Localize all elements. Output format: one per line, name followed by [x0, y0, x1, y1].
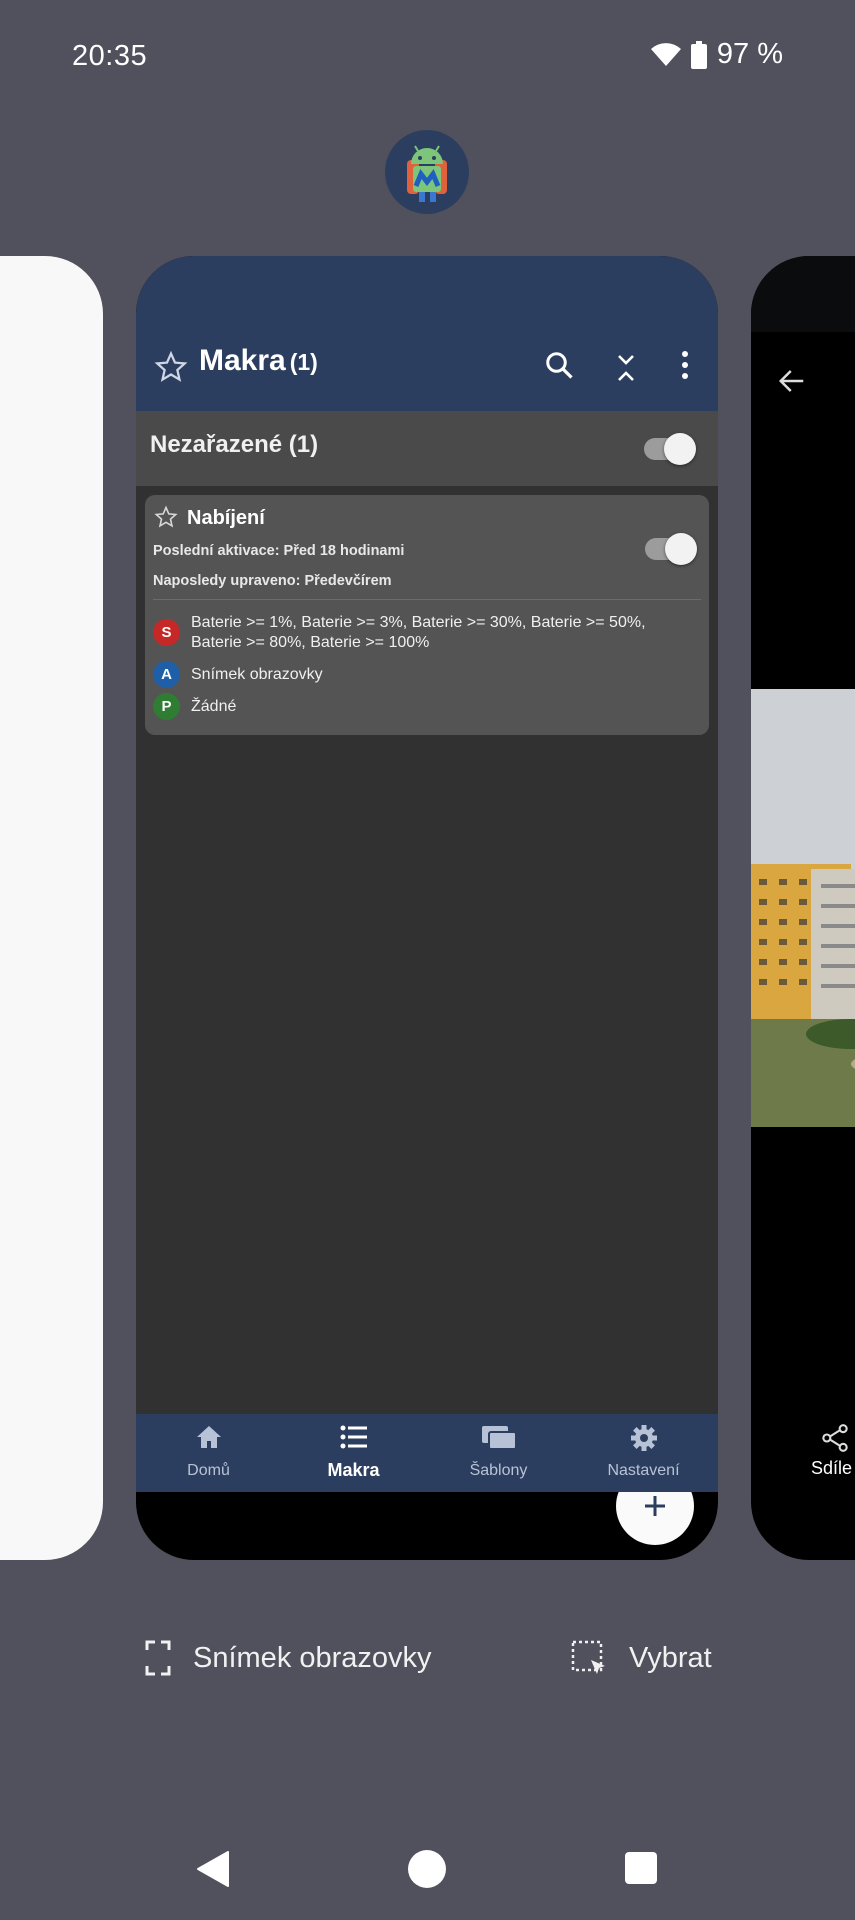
system-recents-button[interactable] [625, 1852, 657, 1884]
nav-settings[interactable]: Nastavení [571, 1414, 716, 1492]
category-header[interactable]: Nezařazené (1) [136, 411, 718, 486]
star-icon[interactable] [154, 505, 178, 529]
app-toolbar: Makra (1) [136, 344, 718, 411]
share-label: Sdíle [811, 1458, 853, 1478]
nav-macros[interactable]: Makra [281, 1414, 426, 1492]
recent-app-card-right[interactable]: Sdíle [751, 256, 855, 1560]
nav-home-label: Domů [187, 1462, 230, 1479]
nav-settings-label: Nastavení [607, 1462, 680, 1479]
status-icons: 97 % [650, 38, 783, 71]
page-title: Makra (1) [199, 344, 318, 378]
nav-home[interactable]: Domů [136, 1414, 281, 1492]
macro-last-edited: Naposledy upraveno: Předevčírem [153, 573, 392, 589]
app-top-bar [751, 256, 855, 332]
bottom-navigation: Domů Makra Šablony Nastavení [136, 1414, 718, 1492]
system-back-button[interactable] [196, 1850, 230, 1888]
star-icon[interactable] [154, 350, 188, 384]
constraint-text: Žádné [191, 698, 237, 715]
action-badge: A [153, 661, 180, 688]
macro-item[interactable]: Nabíjení Poslední aktivace: Před 18 hodi… [145, 495, 709, 735]
screenshot-icon [145, 1640, 171, 1676]
select-icon [571, 1640, 605, 1674]
more-vert-icon[interactable] [679, 350, 691, 380]
divider [153, 599, 701, 600]
nav-macros-label: Makra [327, 1460, 380, 1480]
screenshot-button[interactable]: Snímek obrazovky [145, 1640, 432, 1676]
wifi-icon [650, 42, 681, 66]
select-label: Vybrat [629, 1641, 712, 1674]
trigger-badge: S [153, 619, 180, 646]
category-toggle[interactable] [644, 433, 696, 465]
battery-icon [690, 40, 707, 69]
status-time: 20:35 [72, 40, 148, 72]
screenshot-label: Snímek obrazovky [193, 1641, 432, 1674]
search-icon[interactable] [544, 350, 574, 380]
collapse-icon[interactable] [614, 352, 638, 384]
macro-name: Nabíjení [187, 507, 265, 529]
macro-toggle[interactable] [645, 533, 697, 565]
share-icon [822, 1424, 848, 1452]
recent-app-card-left[interactable] [0, 256, 103, 1560]
battery-percent: 97 % [716, 38, 783, 70]
trigger-text: Baterie >= 1%, Baterie >= 3%, Baterie >=… [191, 614, 646, 651]
nav-templates-label: Šablony [469, 1462, 528, 1479]
macro-last-activation: Poslední aktivace: Před 18 hodinami [153, 543, 405, 559]
recent-app-card-macrodroid[interactable]: Makra (1) Nezařazené (1) Nabíjení Posledn… [136, 256, 718, 1560]
gear-icon [630, 1425, 657, 1451]
list-icon [340, 1425, 367, 1449]
category-title: Nezařazené (1) [150, 431, 319, 458]
constraint-badge: P [153, 693, 180, 720]
select-button[interactable]: Vybrat [571, 1640, 712, 1676]
templates-icon [481, 1426, 517, 1450]
page-title-text: Makra [199, 344, 286, 377]
nav-templates[interactable]: Šablony [426, 1414, 571, 1492]
home-icon [196, 1426, 221, 1448]
plus-icon [645, 1496, 665, 1516]
macro-list: Nezařazené (1) Nabíjení Poslední aktivac… [136, 411, 718, 1545]
page-title-count: (1) [289, 349, 318, 375]
back-arrow-icon [778, 370, 804, 392]
photo-preview [751, 689, 855, 1127]
system-home-button[interactable] [408, 1850, 446, 1888]
macrodroid-app-icon[interactable] [385, 130, 469, 214]
action-text: Snímek obrazovky [191, 666, 323, 683]
